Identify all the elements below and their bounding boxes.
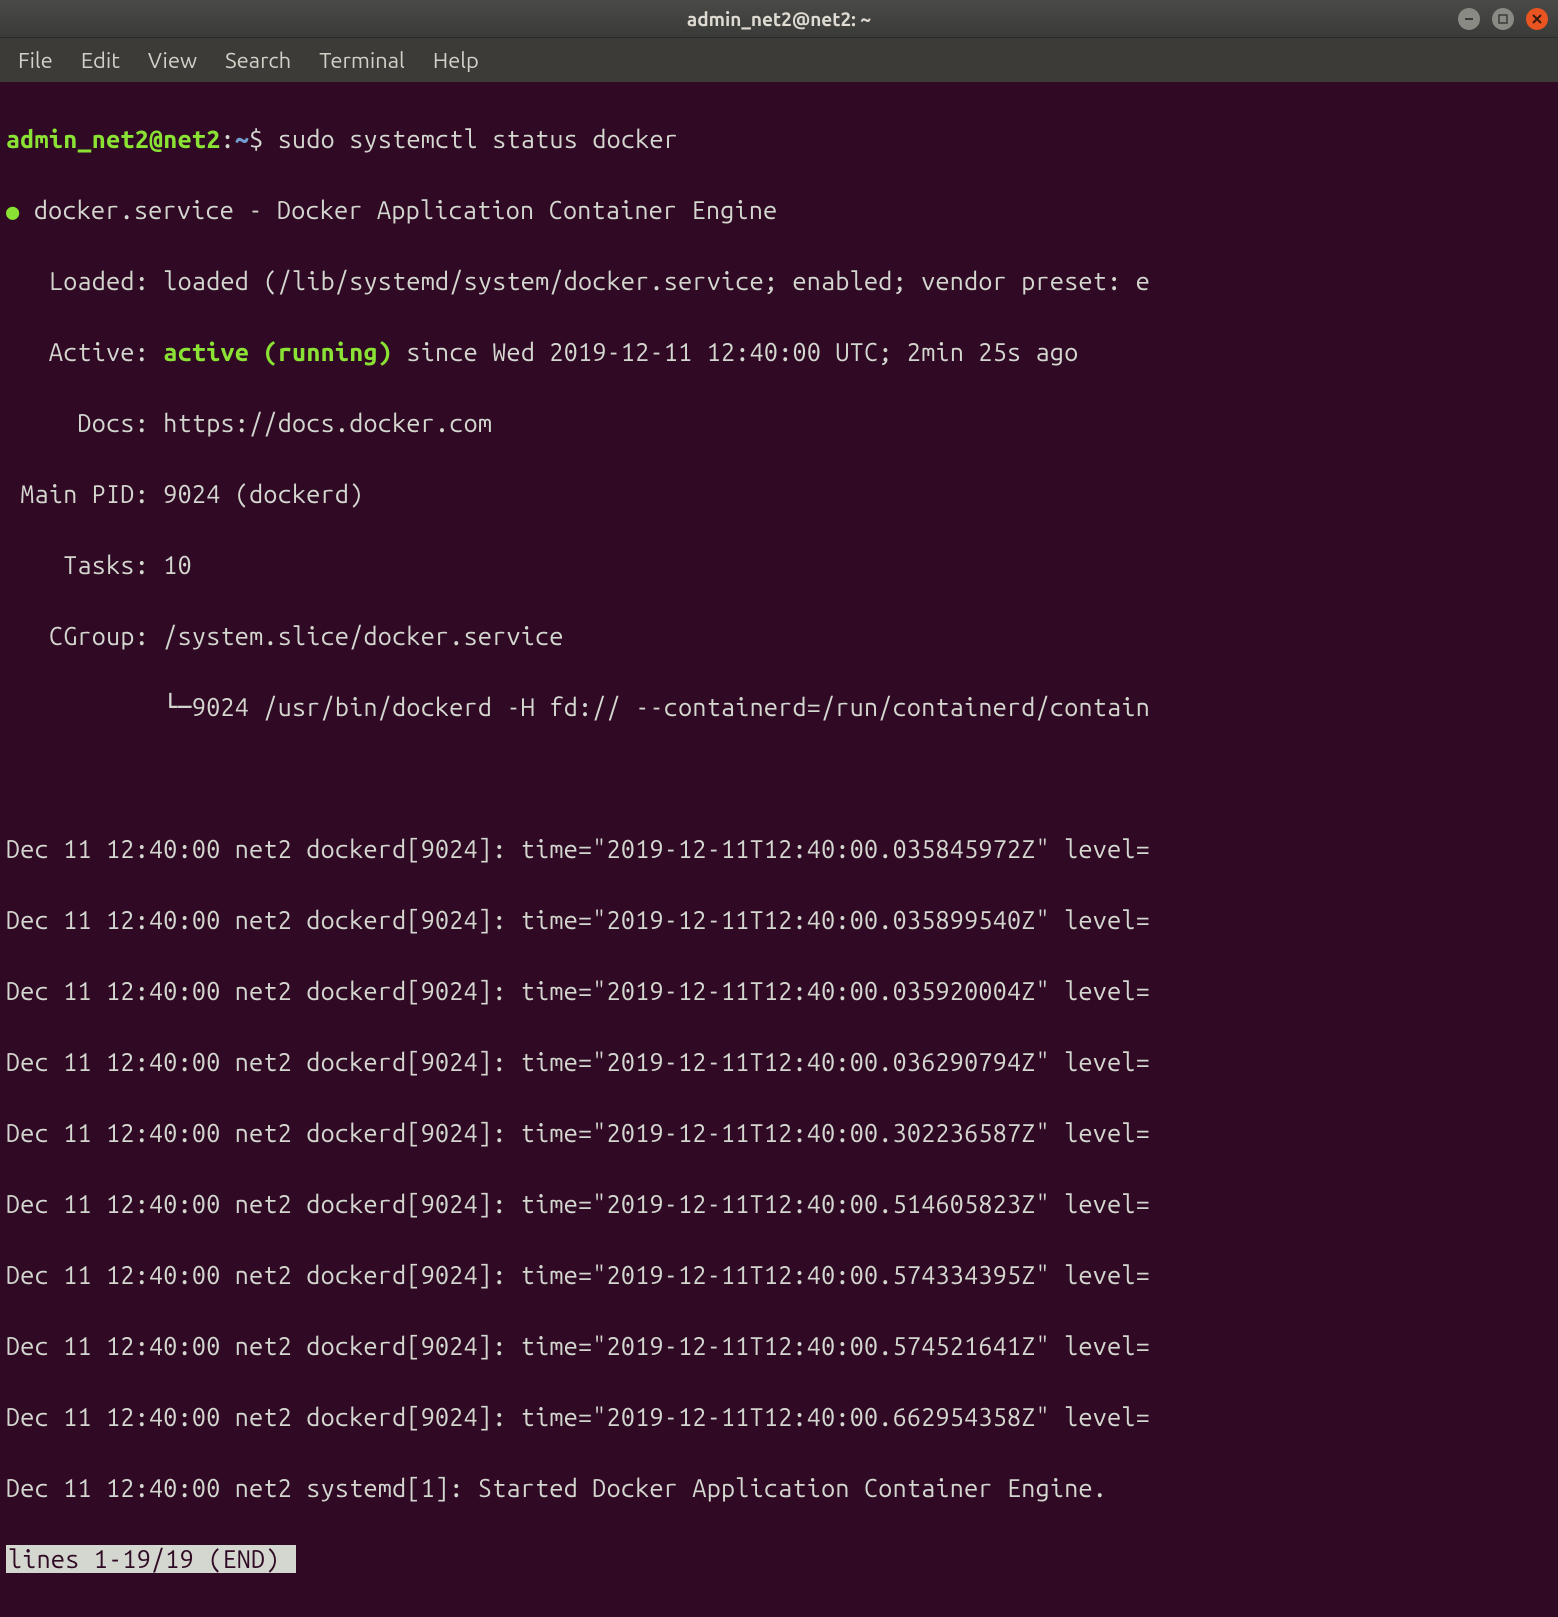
log-line: Dec 11 12:40:00 net2 dockerd[9024]: time… <box>6 903 1552 939</box>
loaded-line: Loaded: loaded (/lib/systemd/system/dock… <box>6 264 1552 300</box>
close-button[interactable] <box>1526 8 1548 30</box>
main-pid-line: Main PID: 9024 (dockerd) <box>6 477 1552 513</box>
service-name: docker.service - Docker Application Cont… <box>20 196 778 224</box>
blank-line <box>6 761 1552 797</box>
tasks-line: Tasks: 10 <box>6 548 1552 584</box>
menubar: File Edit View Search Terminal Help <box>0 38 1558 82</box>
service-header-line: ● docker.service - Docker Application Co… <box>6 193 1552 229</box>
active-label: Active: <box>6 338 163 366</box>
log-line: Dec 11 12:40:00 net2 dockerd[9024]: time… <box>6 1258 1552 1294</box>
log-line: Dec 11 12:40:00 net2 dockerd[9024]: time… <box>6 974 1552 1010</box>
pager-status-line: lines 1-19/19 (END) <box>6 1542 1552 1578</box>
log-line: Dec 11 12:40:00 net2 dockerd[9024]: time… <box>6 1400 1552 1436</box>
log-line: Dec 11 12:40:00 net2 dockerd[9024]: time… <box>6 1116 1552 1152</box>
window-controls <box>1458 8 1548 30</box>
close-icon <box>1532 14 1542 24</box>
menu-edit[interactable]: Edit <box>81 48 120 73</box>
active-value: active (running) <box>163 338 392 366</box>
cgroup-line: CGroup: /system.slice/docker.service <box>6 619 1552 655</box>
prompt-path: ~ <box>235 125 249 153</box>
log-line: Dec 11 12:40:00 net2 dockerd[9024]: time… <box>6 1045 1552 1081</box>
log-line: Dec 11 12:40:00 net2 systemd[1]: Started… <box>6 1471 1552 1507</box>
pager-status: lines 1-19/19 (END) <box>6 1545 282 1573</box>
prompt-userhost: admin_net2@net2 <box>6 125 221 153</box>
menu-help[interactable]: Help <box>433 48 479 73</box>
command-text: sudo systemctl status docker <box>278 125 678 153</box>
prompt-end: $ <box>249 125 278 153</box>
prompt-line: admin_net2@net2:~$ sudo systemctl status… <box>6 122 1552 158</box>
active-rest: since Wed 2019-12-11 12:40:00 UTC; 2min … <box>392 338 1078 366</box>
maximize-button[interactable] <box>1492 8 1514 30</box>
docs-line: Docs: https://docs.docker.com <box>6 406 1552 442</box>
menu-file[interactable]: File <box>18 48 53 73</box>
log-line: Dec 11 12:40:00 net2 dockerd[9024]: time… <box>6 1187 1552 1223</box>
cursor-icon <box>282 1545 296 1573</box>
log-line: Dec 11 12:40:00 net2 dockerd[9024]: time… <box>6 1329 1552 1365</box>
minimize-button[interactable] <box>1458 8 1480 30</box>
menu-search[interactable]: Search <box>225 48 291 73</box>
menu-view[interactable]: View <box>148 48 197 73</box>
window-titlebar: admin_net2@net2: ~ <box>0 0 1558 38</box>
menu-terminal[interactable]: Terminal <box>319 48 405 73</box>
prompt-sep: : <box>221 125 235 153</box>
cgroup-tree-line: └─9024 /usr/bin/dockerd -H fd:// --conta… <box>6 690 1552 726</box>
terminal-output[interactable]: admin_net2@net2:~$ sudo systemctl status… <box>0 82 1558 1617</box>
minimize-icon <box>1464 14 1474 24</box>
window-title: admin_net2@net2: ~ <box>687 8 871 30</box>
log-line: Dec 11 12:40:00 net2 dockerd[9024]: time… <box>6 832 1552 868</box>
active-line: Active: active (running) since Wed 2019-… <box>6 335 1552 371</box>
maximize-icon <box>1498 14 1508 24</box>
status-bullet-icon: ● <box>6 199 20 224</box>
